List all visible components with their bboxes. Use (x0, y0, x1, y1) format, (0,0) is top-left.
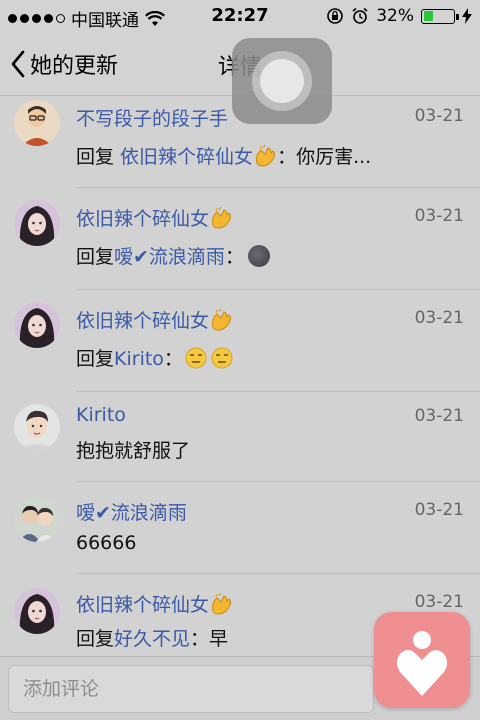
comment-text: 回复Kirito： (76, 344, 233, 371)
avatar[interactable] (14, 404, 60, 450)
alarm-icon (352, 7, 368, 24)
comment-date: 03-21 (414, 406, 464, 426)
reply-target-link[interactable]: Kirito (114, 348, 164, 370)
clapping-hands-icon (212, 207, 232, 229)
charging-icon (462, 8, 472, 24)
avatar[interactable] (14, 200, 60, 246)
comment-date: 03-21 (414, 308, 464, 328)
comment-date: 03-21 (414, 206, 464, 226)
list-item[interactable]: 不写段子的段子手 03-21 回复 依旧辣个碎仙女 ：你厉害... (0, 96, 480, 188)
heart-person-icon (397, 631, 447, 696)
commenter-name[interactable]: 依旧辣个碎仙女 (76, 204, 233, 231)
status-right: 32% (326, 6, 472, 26)
clapping-hands-icon (256, 145, 276, 167)
status-bar: 中国联通 22:27 32% (0, 0, 480, 34)
commenter-name[interactable]: Kirito (76, 404, 126, 426)
reply-target-link[interactable]: 好久不见 (114, 628, 190, 650)
list-item[interactable]: Kirito 03-21 抱抱就舒服了 (0, 392, 480, 482)
comment-text: 66666 (76, 532, 137, 554)
list-item[interactable]: 嗳✔流浪滴雨 03-21 66666 (0, 482, 480, 574)
avatar[interactable] (14, 588, 60, 634)
commenter-name[interactable]: 嗳✔流浪滴雨 (76, 498, 187, 525)
commenter-name[interactable]: 依旧辣个碎仙女 (76, 590, 233, 617)
comment-list[interactable]: 不写段子的段子手 03-21 回复 依旧辣个碎仙女 ：你厉害... 依旧辣个碎仙女… (0, 96, 480, 656)
commenter-name[interactable]: 不写段子的段子手 (76, 104, 228, 131)
reply-target-link[interactable]: 依旧辣个碎仙女 (120, 146, 253, 168)
new-moon-face-icon (247, 245, 270, 267)
list-item[interactable]: 依旧辣个碎仙女 03-21 回复Kirito： (0, 290, 480, 392)
comment-text: 抱抱就舒服了 (76, 440, 191, 462)
battery-level (423, 11, 433, 21)
comment-text: 回复 依旧辣个碎仙女 ：你厉害... (76, 145, 372, 168)
nav-bar: 她的更新 详情 (0, 34, 480, 124)
battery-percent: 32% (376, 6, 414, 26)
reply-target-link[interactable]: 嗳✔流浪滴雨 (114, 246, 225, 268)
comment-date: 03-21 (414, 592, 464, 612)
unamused-face-icon (211, 347, 233, 369)
rotation-lock-icon (327, 8, 344, 24)
comment-text: 回复嗳✔流浪滴雨： (76, 242, 270, 269)
comment-text: 回复好久不见：早 (76, 628, 229, 650)
avatar[interactable] (14, 302, 60, 348)
clapping-hands-icon (212, 593, 232, 615)
battery-icon (421, 8, 459, 24)
comment-input[interactable] (8, 665, 374, 713)
clapping-hands-icon (212, 309, 232, 331)
avatar[interactable] (14, 496, 60, 542)
avatar[interactable] (14, 100, 60, 146)
unamused-face-icon (185, 347, 207, 369)
comment-date: 03-21 (414, 500, 464, 520)
list-item[interactable]: 依旧辣个碎仙女 03-21 回复嗳✔流浪滴雨： (0, 188, 480, 290)
heart-action-button[interactable] (374, 612, 470, 708)
comment-date: 03-21 (414, 106, 464, 126)
commenter-name[interactable]: 依旧辣个碎仙女 (76, 306, 233, 333)
